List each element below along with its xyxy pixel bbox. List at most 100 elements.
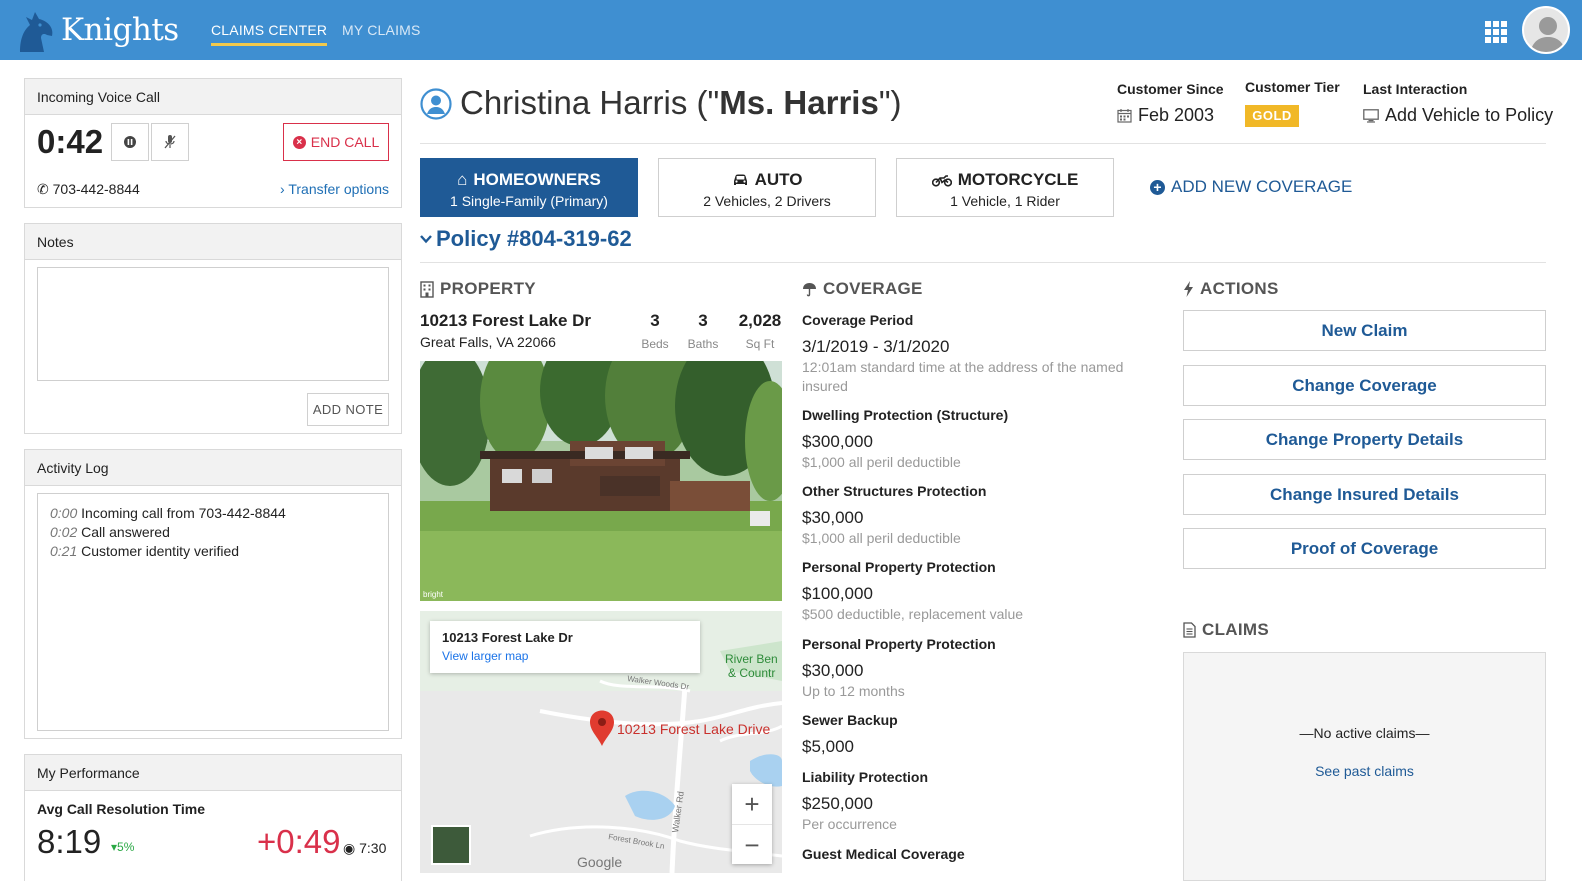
stat-sqft-label: Sq Ft [745, 337, 775, 351]
coverage-item-value: $5,000 [802, 737, 854, 756]
user-avatar[interactable] [1522, 6, 1570, 54]
apps-grid-icon[interactable] [1485, 21, 1507, 43]
customer-name: Christina Harris ("Ms. Harris") [460, 84, 902, 122]
change-insured-details-button[interactable]: Change Insured Details [1183, 474, 1546, 515]
notes-textarea[interactable] [37, 267, 389, 381]
top-bar: Knights CLAIMS CENTER MY CLAIMS [0, 0, 1582, 60]
last-interaction-text: Add Vehicle to Policy [1385, 105, 1554, 125]
map-poi-label-1: River Ben [725, 652, 778, 666]
coverage-item-note: $500 deductible, replacement value [802, 606, 1024, 622]
knight-horse-icon [20, 12, 53, 52]
map-poi-label-2: & Countr [728, 666, 775, 680]
coverage-item-label: Sewer Backup [802, 712, 898, 728]
coverage-item-value: $100,000 [802, 584, 873, 603]
calendar-icon [1117, 109, 1132, 123]
phone-icon: ✆ [37, 181, 49, 197]
target-icon: ◉ [343, 840, 356, 856]
customer-name-close: ") [878, 84, 902, 121]
coverage-tab-homeowners[interactable]: ⌂ HOMEOWNERS 1 Single-Family (Primary) [420, 158, 638, 217]
coverage-heading-label: COVERAGE [823, 279, 923, 298]
stat-baths: 3 Baths [684, 311, 722, 351]
coverage-tab-subtitle: 1 Single-Family (Primary) [450, 193, 608, 209]
microphone-slash-icon [164, 135, 176, 149]
coverage-item-label: Other Structures Protection [802, 483, 987, 499]
add-note-button[interactable]: ADD NOTE [307, 393, 389, 426]
log-entry: 0:00 Incoming call from 703-442-8844 [50, 504, 376, 523]
map-provider-label: Google [577, 854, 622, 870]
customer-since-value: Feb 2003 [1117, 105, 1214, 126]
performance-delta-value: 5% [117, 840, 135, 854]
call-panel: Incoming Voice Call 0:42 × END CALL ✆ 70… [24, 78, 402, 208]
see-past-claims-link[interactable]: See past claims [1184, 763, 1545, 779]
claims-heading: CLAIMS [1183, 620, 1269, 640]
property-heading-label: PROPERTY [440, 279, 536, 298]
customer-full-name: Christina Harris (" [460, 84, 720, 121]
map-zoom-controls: + − [732, 784, 772, 864]
map-card-title: 10213 Forest Lake Dr [442, 630, 573, 645]
map-zoom-in-button[interactable]: + [732, 784, 772, 824]
no-active-claims-text: —No active claims— [1299, 725, 1430, 741]
nav-tab-my-claims[interactable]: MY CLAIMS [342, 22, 421, 38]
stat-sqft: 2,028 Sq Ft [734, 311, 786, 351]
property-map[interactable]: River Ben & Countr Walker Woods Dr Walke… [420, 611, 782, 873]
notes-panel-header: Notes [25, 224, 401, 260]
coverage-item-note: $1,000 all peril deductible [802, 454, 961, 470]
header-divider [420, 143, 1546, 144]
transfer-options-label: Transfer options [288, 181, 389, 197]
add-new-coverage-link[interactable]: + ADD NEW COVERAGE [1150, 177, 1352, 197]
property-photo: bright [420, 361, 782, 601]
actions-heading: ACTIONS [1183, 279, 1279, 299]
stat-baths-value: 3 [698, 311, 708, 330]
performance-header: My Performance [25, 755, 401, 791]
user-circle-icon [420, 88, 452, 120]
log-entry: 0:21 Customer identity verified [50, 542, 376, 561]
caller-phone: ✆ 703-442-8844 [37, 181, 140, 198]
nav-tab-claims-center[interactable]: CLAIMS CENTER [211, 22, 328, 46]
log-entry-time: 0:00 [50, 505, 78, 521]
chevron-down-icon [420, 235, 432, 244]
map-pin-icon[interactable] [588, 709, 616, 747]
hold-button[interactable] [111, 123, 149, 161]
coverage-item-value: $30,000 [802, 508, 864, 527]
coverage-tab-auto[interactable]: AUTO 2 Vehicles, 2 Drivers [658, 158, 876, 217]
coverage-period-label: Coverage Period [802, 312, 914, 328]
map-pin-label: 10213 Forest Lake Drive [617, 721, 771, 737]
coverage-item-label: Dwelling Protection (Structure) [802, 407, 1009, 423]
mute-button[interactable] [151, 123, 189, 161]
property-address: 10213 Forest Lake Dr [420, 311, 592, 330]
proof-of-coverage-button[interactable]: Proof of Coverage [1183, 528, 1546, 569]
performance-panel: My Performance Avg Call Resolution Time … [24, 754, 402, 881]
user-silhouette-icon [1530, 17, 1566, 52]
desktop-icon [1363, 108, 1379, 123]
map-zoom-out-button[interactable]: − [732, 824, 772, 864]
claims-panel: —No active claims— See past claims [1183, 652, 1546, 881]
coverage-item-label: Personal Property Protection [802, 559, 996, 575]
new-claim-button[interactable]: New Claim [1183, 310, 1546, 351]
end-call-button[interactable]: × END CALL [283, 123, 389, 161]
brand-logo[interactable]: Knights [14, 8, 179, 52]
policy-toggle[interactable]: Policy #804-319-62 [420, 226, 632, 252]
coverage-item-note: $1,000 all peril deductible [802, 530, 961, 546]
transfer-options-link[interactable]: › Transfer options [280, 181, 389, 197]
customer-nickname: Ms. Harris [719, 84, 879, 121]
change-property-details-button[interactable]: Change Property Details [1183, 419, 1546, 460]
target-time-value: 7:30 [359, 840, 387, 856]
map-info-card: 10213 Forest Lake Dr View larger map [430, 621, 700, 673]
plus-circle-icon: + [1150, 179, 1165, 195]
pause-icon [124, 136, 136, 148]
photo-credit: bright [423, 590, 444, 599]
view-larger-map-link[interactable]: View larger map [442, 649, 688, 663]
coverage-period-note: 12:01am standard time at the address of … [802, 359, 1124, 394]
coverage-tab-subtitle: 2 Vehicles, 2 Drivers [703, 193, 831, 209]
customer-since-label: Customer Since [1117, 81, 1224, 97]
log-entry-text: Customer identity verified [81, 543, 240, 559]
customer-tier-label: Customer Tier [1245, 79, 1340, 95]
close-circle-icon: × [292, 135, 306, 149]
coverage-tab-motorcycle[interactable]: MOTORCYCLE 1 Vehicle, 1 Rider [896, 158, 1114, 217]
coverage-item-note: Up to 12 months [802, 683, 905, 699]
change-coverage-button[interactable]: Change Coverage [1183, 365, 1546, 406]
call-panel-header: Incoming Voice Call [25, 79, 401, 115]
log-entry-time: 0:21 [50, 543, 78, 559]
current-call-overage: +0:49 [257, 823, 341, 860]
chevron-right-icon: › [280, 181, 285, 197]
